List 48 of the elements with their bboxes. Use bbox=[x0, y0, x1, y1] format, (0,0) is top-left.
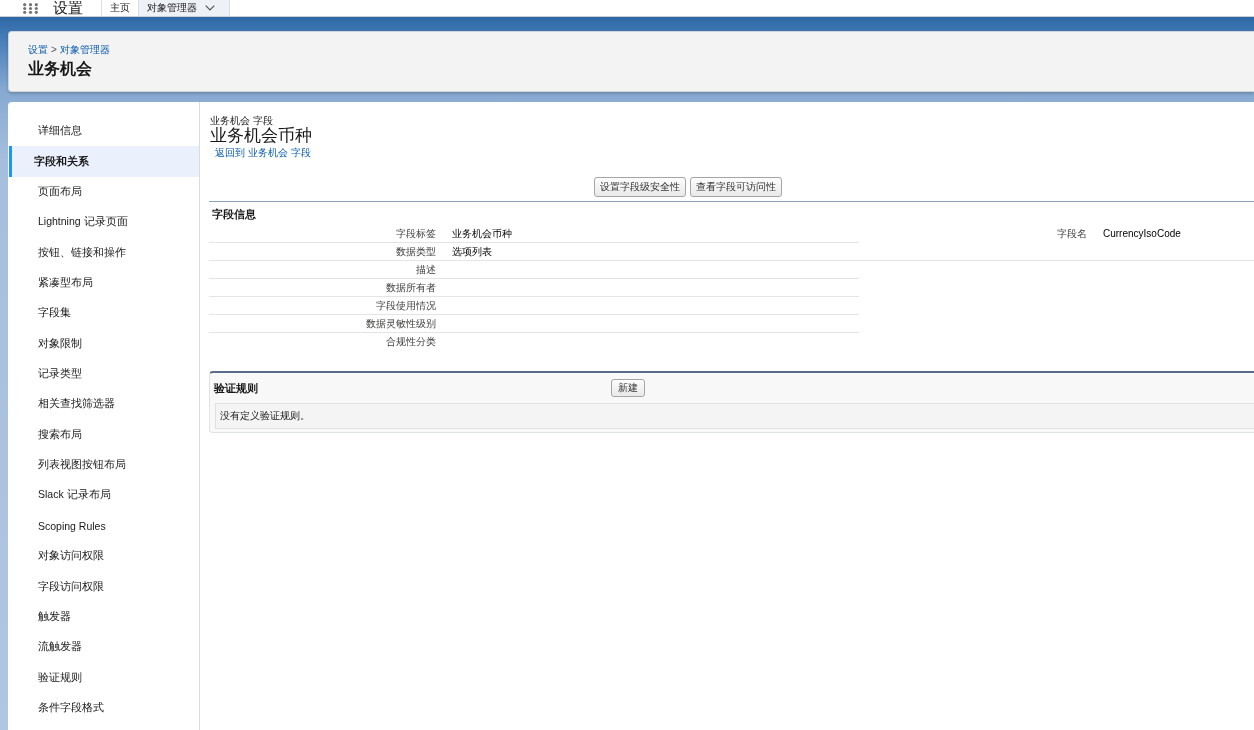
action-button[interactable]: 设置字段级安全性 bbox=[594, 177, 686, 197]
breadcrumb-link[interactable]: 设置 bbox=[28, 44, 48, 56]
new-button[interactable]: 新建 bbox=[611, 379, 645, 397]
sidebar-item[interactable]: Slack 记录布局 bbox=[9, 480, 199, 511]
breadcrumb-link[interactable]: 对象管理器 bbox=[59, 44, 110, 56]
sidebar-item[interactable]: 条件字段格式 bbox=[9, 692, 199, 724]
sidebar-item[interactable]: Scoping Rules bbox=[9, 510, 199, 542]
sidebar-item[interactable]: 字段访问权限 bbox=[9, 571, 199, 602]
page-subtitle: 业务机会 字段 bbox=[210, 115, 273, 127]
dot-grid-icon[interactable] bbox=[23, 3, 38, 14]
section-title: 字段信息 bbox=[212, 207, 256, 221]
field-label: 数据所有者 bbox=[386, 281, 436, 294]
sidebar-item[interactable]: 紧凑型布局 bbox=[9, 267, 199, 299]
sidebar-item[interactable]: 验证规则 bbox=[9, 662, 199, 693]
sidebar-item[interactable]: 字段和关系 bbox=[9, 146, 199, 177]
sidebar-item[interactable]: 搜索布局 bbox=[9, 419, 199, 450]
field-value: 业务机会币种 bbox=[452, 227, 512, 240]
page-title: 业务机会 bbox=[28, 59, 92, 79]
chevron-down-icon[interactable] bbox=[205, 5, 215, 11]
sidebar-item[interactable]: 流触发器 bbox=[9, 632, 199, 663]
sidebar-item[interactable]: 列表视图按钮布局 bbox=[9, 449, 199, 481]
empty-message: 没有定义验证规则。 bbox=[220, 410, 310, 422]
back-link[interactable]: 返回到 业务机会 字段 bbox=[215, 147, 311, 159]
field-label: 数据灵敏性级别 bbox=[366, 317, 436, 330]
action-button[interactable]: 查看字段可访问性 bbox=[690, 177, 782, 197]
sidebar-item[interactable]: 触发器 bbox=[9, 601, 199, 633]
sidebar-item[interactable]: 详细信息 bbox=[9, 116, 199, 147]
sidebar-item[interactable]: 对象访问权限 bbox=[9, 541, 199, 572]
breadcrumb-separator: > bbox=[51, 44, 57, 56]
sidebar-item[interactable]: 页面布局 bbox=[9, 176, 199, 208]
field-label: 数据类型 bbox=[396, 245, 436, 258]
field-title: 业务机会币种 bbox=[210, 127, 312, 145]
field-label: 字段标签 bbox=[396, 227, 436, 240]
sidebar-item[interactable]: 对象限制 bbox=[9, 328, 199, 359]
field-label: 字段名 bbox=[1057, 228, 1087, 240]
sidebar-item[interactable]: 记录类型 bbox=[9, 358, 199, 390]
section-title: 验证规则 bbox=[214, 381, 258, 394]
field-value: CurrencyIsoCode bbox=[1103, 228, 1181, 240]
sidebar-item[interactable]: 字段集 bbox=[9, 298, 199, 329]
sidebar-item[interactable]: Lightning 记录页面 bbox=[9, 207, 199, 238]
nav-tab[interactable]: 对象管理器 bbox=[138, 0, 230, 16]
field-value: 选项列表 bbox=[452, 245, 492, 258]
sidebar-item[interactable]: 按钮、链接和操作 bbox=[9, 237, 199, 268]
field-label: 字段使用情况 bbox=[376, 299, 436, 312]
sidebar-item[interactable]: 相关查找筛选器 bbox=[9, 389, 199, 420]
field-label: 描述 bbox=[416, 263, 436, 276]
field-label: 合规性分类 bbox=[386, 336, 436, 348]
app-name: 设置 bbox=[53, 0, 84, 16]
